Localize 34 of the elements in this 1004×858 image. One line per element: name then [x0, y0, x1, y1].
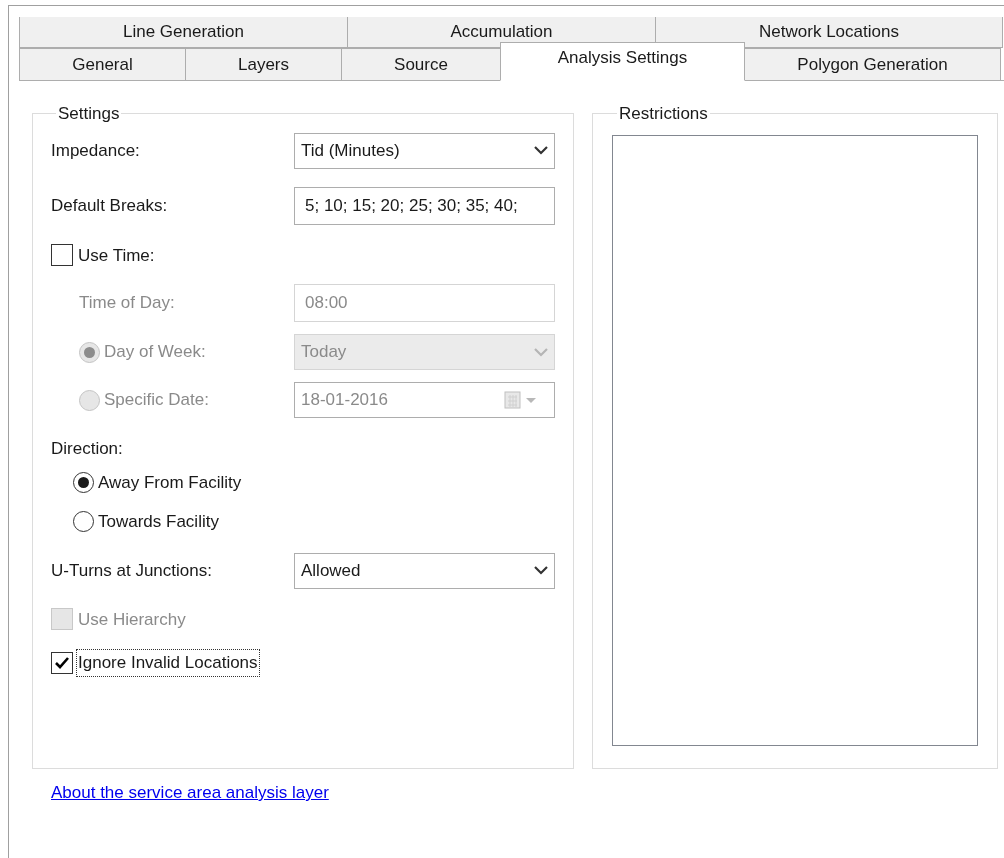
checkbox-label: Use Hierarchy: [77, 608, 187, 631]
dropdown[interactable]: Tid (Minutes): [294, 132, 555, 169]
radio-label: Day of Week:: [104, 341, 206, 364]
check-icon: [54, 655, 70, 670]
tab[interactable]: Accumulation: [347, 17, 656, 48]
tab[interactable]: Layers: [185, 48, 342, 81]
checkbox[interactable]: [51, 244, 73, 267]
input-field[interactable]: 5; 10; 15; 20; 25; 30; 35; 40;: [294, 186, 555, 225]
group-title: Restrictions: [618, 103, 709, 125]
tab[interactable]: General: [19, 48, 186, 81]
field-label: Impedance:: [51, 139, 141, 162]
tab[interactable]: Source: [341, 48, 501, 81]
chevron-down-icon: [534, 566, 548, 575]
checkbox-label: Use Time:: [77, 244, 156, 267]
checkbox-label: Ignore Invalid Locations: [77, 650, 259, 676]
group-title: Settings: [57, 103, 121, 125]
field-label: Default Breaks:: [51, 194, 169, 217]
tab[interactable]: Network Locations: [655, 17, 1003, 48]
field-label: U-Turns at Junctions:: [51, 559, 213, 582]
radio-label: Towards Facility: [98, 511, 219, 533]
radio-button[interactable]: [73, 471, 94, 493]
dropdown[interactable]: Allowed: [294, 552, 555, 589]
radio-label: Specific Date:: [104, 389, 209, 412]
checkbox[interactable]: [51, 651, 73, 674]
section-label: Direction:: [51, 438, 124, 460]
radio-button[interactable]: [73, 511, 94, 533]
radio-label: Away From Facility: [98, 471, 242, 494]
tab[interactable]: Line Generation: [19, 17, 348, 48]
field-label: Time of Day:: [79, 292, 176, 315]
tab[interactable]: Analysis Settings: [500, 42, 745, 81]
tab[interactable]: Polygon Generation: [744, 48, 1001, 81]
chevron-down-icon: [534, 146, 548, 155]
chevron-down-icon: [534, 347, 548, 357]
help-link[interactable]: About the service area analysis layer: [51, 780, 329, 806]
